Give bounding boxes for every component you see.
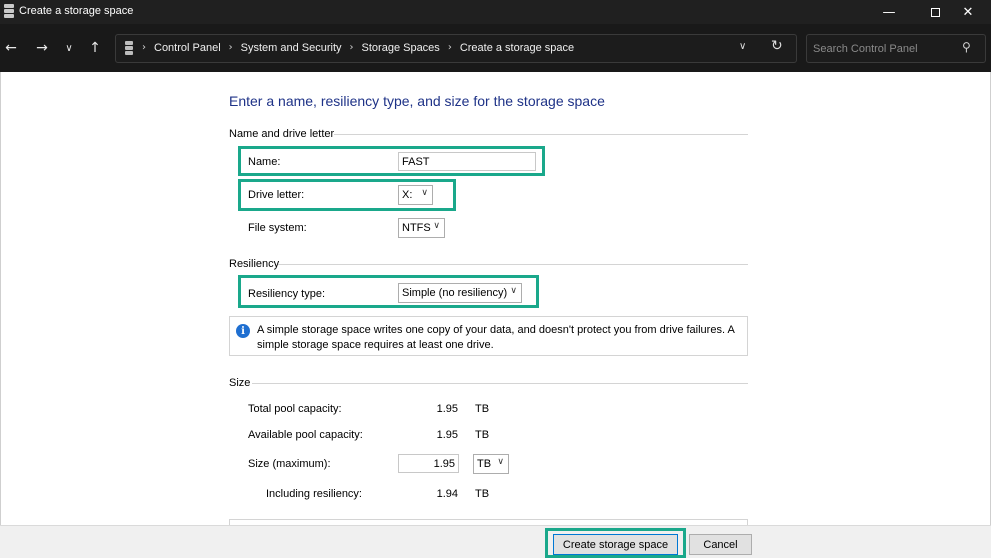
section-name-drive-letter: Name and drive letter	[229, 128, 335, 140]
total-pool-capacity-label: Total pool capacity:	[248, 403, 342, 415]
breadcrumb-separator-icon[interactable]: ›	[229, 42, 233, 54]
size-maximum-label: Size (maximum):	[248, 458, 331, 470]
chevron-down-icon: ∨	[497, 457, 504, 467]
section-divider	[252, 383, 748, 384]
breadcrumb-separator-icon: ›	[142, 42, 146, 53]
storage-spaces-icon	[125, 41, 133, 56]
close-icon: ✕	[962, 4, 974, 20]
search-box[interactable]: ⚲	[806, 34, 986, 63]
cancel-button[interactable]: Cancel	[689, 534, 752, 555]
available-pool-capacity-label: Available pool capacity:	[248, 429, 363, 441]
section-divider	[278, 264, 748, 265]
available-pool-capacity-unit: TB	[475, 429, 490, 441]
breadcrumb-separator-icon[interactable]: ›	[350, 42, 354, 54]
total-pool-capacity-unit: TB	[475, 403, 490, 415]
close-button[interactable]: ✕	[945, 0, 991, 24]
maximize-icon	[930, 7, 940, 17]
resiliency-info-box: i A simple storage space writes one copy…	[229, 316, 748, 356]
breadcrumb-system-and-security[interactable]: System and Security	[241, 42, 342, 54]
size-input[interactable]	[398, 454, 459, 473]
recent-locations-button[interactable]: ∨	[58, 37, 80, 59]
name-input[interactable]	[398, 152, 536, 171]
footer-bar: Create storage space Cancel	[0, 525, 991, 558]
section-resiliency: Resiliency	[229, 258, 280, 270]
size-unit-select[interactable]: TB ∨	[473, 454, 509, 474]
resiliency-info-text: A simple storage space writes one copy o…	[257, 324, 735, 351]
drive-letter-select[interactable]: X: ∨	[398, 185, 433, 205]
main-content: Enter a name, resiliency type, and size …	[0, 72, 991, 558]
breadcrumb-separator-icon[interactable]: ›	[448, 42, 452, 54]
section-divider	[334, 134, 748, 135]
search-input[interactable]	[813, 41, 958, 57]
minimize-button[interactable]: —	[866, 0, 912, 24]
page-heading: Enter a name, resiliency type, and size …	[229, 93, 605, 109]
address-bar[interactable]: › Control Panel › System and Security › …	[115, 34, 797, 63]
breadcrumb: › Control Panel › System and Security › …	[142, 42, 582, 54]
section-size: Size	[229, 377, 251, 389]
chevron-down-icon: ∨	[65, 42, 73, 54]
chevron-down-icon: ∨	[421, 188, 428, 198]
breadcrumb-storage-spaces[interactable]: Storage Spaces	[362, 42, 440, 54]
breadcrumb-control-panel[interactable]: Control Panel	[154, 42, 221, 54]
size-unit-value: TB	[477, 458, 492, 470]
create-storage-space-button[interactable]: Create storage space	[553, 534, 678, 555]
storage-spaces-icon	[4, 4, 14, 19]
forward-button[interactable]: →	[31, 37, 53, 59]
refresh-icon[interactable]: ↻	[771, 38, 783, 54]
minimize-icon: —	[882, 4, 896, 20]
up-arrow-icon: ↑	[89, 40, 101, 56]
window-title: Create a storage space	[19, 5, 134, 17]
navigation-bar: ← → ∨ ↑ › Control Panel › System and Sec…	[0, 24, 991, 72]
chevron-down-icon: ∨	[433, 221, 440, 231]
total-pool-capacity-value: 1.95	[436, 403, 458, 415]
resiliency-type-value: Simple (no resiliency)	[402, 287, 508, 299]
address-dropdown-icon[interactable]: ∨	[739, 41, 746, 52]
chevron-down-icon: ∨	[510, 286, 517, 296]
name-label: Name:	[248, 156, 281, 168]
resiliency-type-select[interactable]: Simple (no resiliency) ∨	[398, 283, 522, 303]
back-button[interactable]: ←	[0, 37, 22, 59]
available-pool-capacity-value: 1.95	[436, 429, 458, 441]
drive-letter-label: Drive letter:	[248, 189, 305, 201]
including-resiliency-value: 1.94	[436, 488, 458, 500]
info-icon: i	[236, 324, 250, 338]
resiliency-type-label: Resiliency type:	[248, 288, 326, 300]
including-resiliency-label: Including resiliency:	[266, 488, 362, 500]
title-bar: Create a storage space — ✕	[0, 0, 991, 24]
file-system-value: NTFS	[402, 222, 431, 234]
back-arrow-icon: ←	[5, 40, 17, 56]
up-button[interactable]: ↑	[84, 37, 106, 59]
forward-arrow-icon: →	[36, 40, 48, 56]
including-resiliency-unit: TB	[475, 488, 490, 500]
breadcrumb-create-storage-space[interactable]: Create a storage space	[460, 42, 574, 54]
drive-letter-value: X:	[402, 189, 413, 201]
file-system-label: File system:	[248, 222, 307, 234]
file-system-select[interactable]: NTFS ∨	[398, 218, 445, 238]
search-icon[interactable]: ⚲	[962, 40, 971, 54]
